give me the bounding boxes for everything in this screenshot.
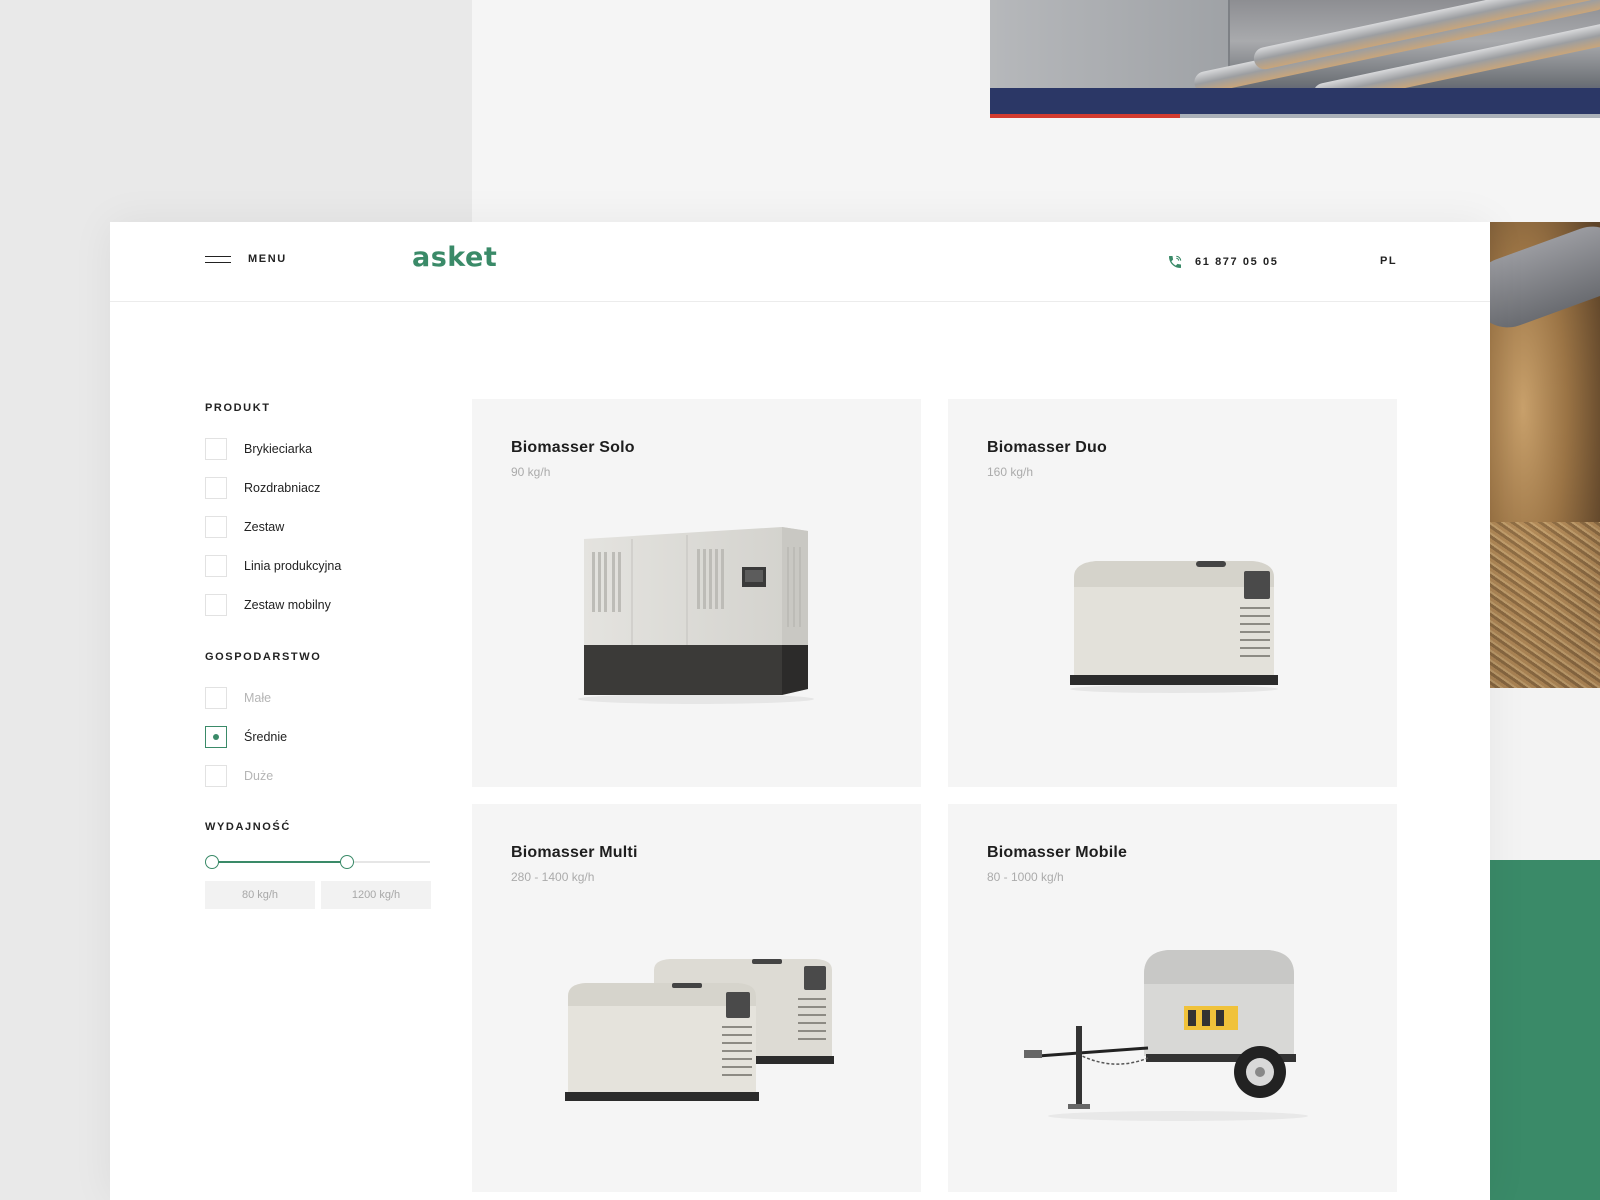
filter-option-duze[interactable]: Duże — [205, 765, 435, 787]
filter-option-linia-produkcyjna[interactable]: Linia produkcyjna — [205, 555, 435, 577]
filter-option-male[interactable]: Małe — [205, 687, 435, 709]
product-filter-list: Brykieciarka Rozdrabniacz Zestaw Linia p… — [205, 438, 435, 616]
phone-number: 61 877 05 05 — [1195, 256, 1279, 268]
language-switcher[interactable]: PL — [1380, 255, 1397, 267]
biomass-photo — [1490, 222, 1600, 688]
checkbox[interactable] — [205, 438, 227, 460]
phone-icon — [1169, 255, 1182, 268]
min-capacity-input[interactable]: 80 kg/h — [205, 881, 315, 909]
slider-handle-min[interactable] — [205, 855, 219, 869]
radio[interactable] — [205, 687, 227, 709]
filter-option-zestaw[interactable]: Zestaw — [205, 516, 435, 538]
product-card[interactable]: Biomasser Mobile 80 - 1000 kg/h — [948, 804, 1397, 1192]
product-title: Biomasser Solo — [511, 439, 635, 456]
checkbox[interactable] — [205, 477, 227, 499]
capacity-range-slider[interactable] — [205, 855, 430, 869]
filter-option-label: Małe — [244, 691, 272, 705]
product-card[interactable]: Biomasser Duo 160 kg/h — [948, 399, 1397, 787]
product-capacity: 90 kg/h — [511, 465, 551, 479]
filter-option-rozdrabniacz[interactable]: Rozdrabniacz — [205, 477, 435, 499]
machinery-photo — [990, 0, 1600, 118]
filter-option-zestaw-mobilny[interactable]: Zestaw mobilny — [205, 594, 435, 616]
green-panel — [1490, 860, 1600, 1200]
farm-filter-list: Małe Średnie Duże — [205, 687, 435, 787]
filter-option-label: Średnie — [244, 730, 288, 744]
filter-option-brykieciarka[interactable]: Brykieciarka — [205, 438, 435, 460]
trailer-generator-icon — [1024, 950, 1308, 1121]
checkbox[interactable] — [205, 516, 227, 538]
product-capacity: 80 - 1000 kg/h — [987, 870, 1064, 884]
menu-label: MENU — [248, 253, 287, 265]
product-title: Biomasser Mobile — [987, 844, 1128, 861]
background-panel — [1490, 688, 1600, 860]
max-capacity-input[interactable]: 1200 kg/h — [321, 881, 431, 909]
filter-option-label: Linia produkcyjna — [244, 559, 342, 573]
menu-button[interactable]: MENU — [205, 253, 287, 265]
filter-sidebar: PRODUKT Brykieciarka Rozdrabniacz Zestaw… — [205, 402, 435, 909]
product-title: Biomasser Multi — [511, 844, 638, 861]
filter-option-label: Rozdrabniacz — [244, 481, 321, 495]
product-capacity: 160 kg/h — [987, 465, 1034, 479]
filter-heading-farm: GOSPODARSTWO — [205, 651, 322, 663]
logo[interactable]: asket — [412, 242, 497, 273]
filter-option-label: Brykieciarka — [244, 442, 313, 456]
filter-option-label: Zestaw — [244, 520, 285, 534]
product-capacity: 280 - 1400 kg/h — [511, 870, 595, 884]
slider-handle-max[interactable] — [340, 855, 355, 869]
product-card[interactable]: Biomasser Multi 280 - 1400 kg/h — [472, 804, 921, 1192]
hamburger-icon — [205, 255, 231, 263]
filter-heading-product: PRODUKT — [205, 402, 271, 414]
phone-link[interactable]: 61 877 05 05 — [1167, 254, 1278, 270]
filter-heading-capacity: WYDAJNOŚĆ — [205, 821, 291, 833]
filter-option-label: Duże — [244, 769, 274, 783]
checkbox[interactable] — [205, 555, 227, 577]
large-generator-icon — [578, 527, 814, 704]
generator-icon — [1070, 561, 1278, 693]
checkbox[interactable] — [205, 594, 227, 616]
site-header: MENU asket 61 877 05 05 PL — [110, 222, 1490, 302]
filter-option-label: Zestaw mobilny — [244, 598, 331, 612]
filter-option-srednie[interactable]: Średnie — [205, 726, 435, 748]
product-title: Biomasser Duo — [987, 439, 1107, 456]
product-card[interactable]: Biomasser Solo 90 kg/h — [472, 399, 921, 787]
twin-generator-icon — [565, 959, 834, 1101]
main-page: MENU asket 61 877 05 05 PL PRODUKT Bryki… — [110, 222, 1490, 1200]
radio-selected[interactable] — [205, 726, 227, 748]
radio[interactable] — [205, 765, 227, 787]
slider-fill — [212, 861, 348, 863]
